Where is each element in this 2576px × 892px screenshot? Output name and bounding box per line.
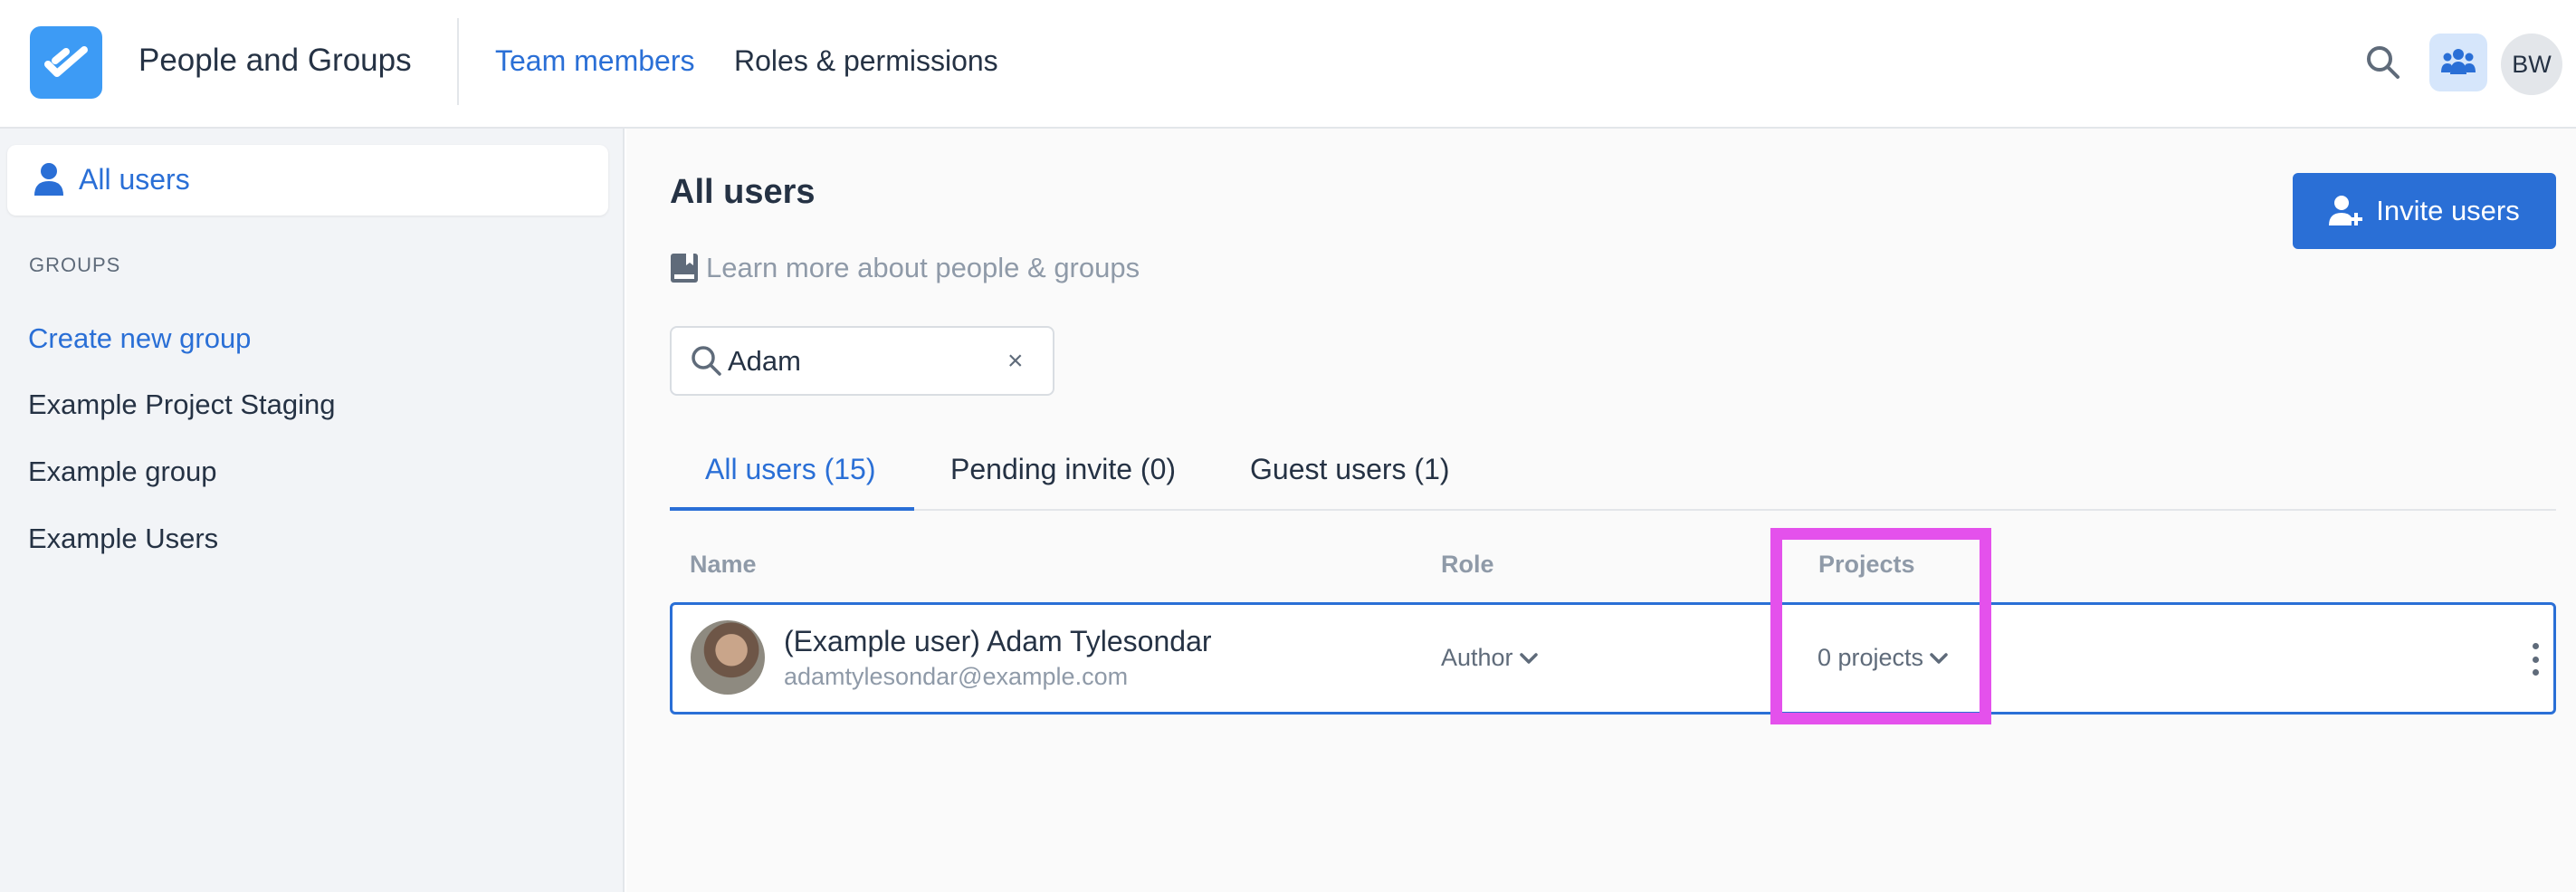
- search-icon[interactable]: [2364, 43, 2402, 82]
- role-value: Author: [1441, 644, 1513, 671]
- invite-users-button[interactable]: Invite users: [2293, 173, 2556, 249]
- tab-pending-invite[interactable]: Pending invite (0): [950, 436, 1176, 511]
- user-avatar[interactable]: BW: [2501, 34, 2562, 95]
- team-icon: [2441, 49, 2476, 74]
- search-field[interactable]: ×: [670, 326, 1054, 396]
- column-header-role[interactable]: Role: [1441, 551, 1494, 579]
- top-bar: People and Groups Team members Roles & p…: [0, 0, 2576, 129]
- tab-guest-users[interactable]: Guest users (1): [1250, 436, 1450, 511]
- sidebar-item-label: All users: [79, 163, 190, 196]
- team-button[interactable]: [2429, 34, 2487, 91]
- invite-users-label: Invite users: [2376, 195, 2520, 226]
- add-user-icon: [2329, 196, 2363, 225]
- user-icon: [33, 161, 65, 202]
- nav-tab-roles-permissions[interactable]: Roles & permissions: [734, 44, 998, 78]
- sidebar-group-item[interactable]: Example Project Staging: [28, 388, 335, 421]
- user-name: (Example user) Adam Tylesondar: [784, 625, 1212, 657]
- user-tabs: All users (15) Pending invite (0) Guest …: [670, 436, 2556, 511]
- more-options-icon[interactable]: [2528, 643, 2543, 676]
- clear-search-button[interactable]: ×: [1007, 346, 1024, 377]
- logo-icon: [44, 46, 88, 77]
- search-input[interactable]: [728, 342, 999, 380]
- role-dropdown[interactable]: Author: [1441, 644, 1539, 672]
- tab-all-users[interactable]: All users (15): [670, 436, 914, 511]
- app-title: People and Groups: [138, 43, 412, 78]
- learn-more-link[interactable]: Learn more about people & groups: [670, 252, 1140, 284]
- sidebar-item-all-users[interactable]: All users: [7, 145, 608, 216]
- page-title: All users: [670, 173, 816, 211]
- projects-column-highlight: [1770, 528, 1991, 724]
- nav-tab-team-members[interactable]: Team members: [495, 44, 695, 78]
- table-row[interactable]: (Example user) Adam Tylesondar adamtyles…: [670, 602, 2556, 715]
- main-content: All users Learn more about people & grou…: [626, 129, 2576, 892]
- learn-more-text: Learn more about people & groups: [706, 252, 1140, 283]
- create-group-link[interactable]: Create new group: [28, 322, 251, 355]
- search-icon: [690, 344, 722, 381]
- header-divider: [457, 18, 459, 105]
- avatar: [691, 620, 765, 695]
- book-icon: [671, 254, 698, 283]
- sidebar: All users GROUPS Create new group Exampl…: [0, 129, 625, 892]
- app-logo[interactable]: [30, 26, 102, 99]
- column-header-name[interactable]: Name: [690, 551, 757, 579]
- sidebar-group-item[interactable]: Example Users: [28, 523, 218, 555]
- groups-heading: GROUPS: [29, 254, 121, 276]
- chevron-down-icon: [1519, 652, 1538, 664]
- user-email: adamtylesondar@example.com: [784, 663, 1129, 690]
- sidebar-group-item[interactable]: Example group: [28, 456, 217, 488]
